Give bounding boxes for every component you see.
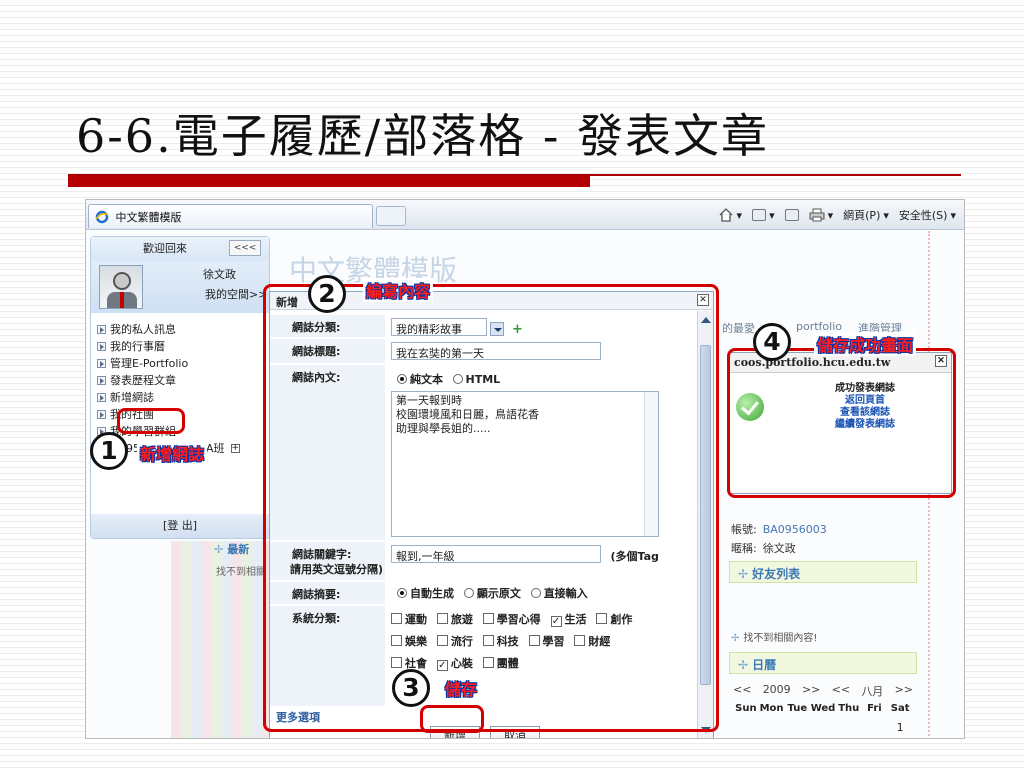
browser-toolbar: 中文繁體模版 ▾ ▾ ▾ 網頁(P) ▾ 安全性(S) ▾	[86, 200, 964, 230]
weekday-label: Mon	[759, 703, 784, 714]
sidebar-item-eportfolio[interactable]: 管理E-Portfolio	[97, 355, 269, 372]
prev-month-button[interactable]: <<	[832, 683, 850, 699]
step-label-1: 新增網誌	[137, 441, 208, 465]
my-space-link[interactable]: 我的空間>>	[205, 286, 267, 302]
calendar-weekdays: Sun Mon Tue Wed Thu Fri Sat	[733, 703, 913, 721]
friends-heading[interactable]: ✢ 好友列表	[729, 561, 917, 583]
mail-icon	[784, 209, 799, 221]
collapse-button[interactable]: <<<	[229, 240, 261, 256]
safety-menu[interactable]: 安全性(S) ▾	[899, 207, 956, 223]
step-label-2: 編寫內容	[363, 278, 434, 302]
sidebar-item-messages[interactable]: 我的私人訊息	[97, 321, 269, 338]
ie-icon	[95, 210, 109, 224]
calendar-grid: SunMonTueWedThuFriSat1234567891011121314…	[733, 703, 913, 738]
printer-icon	[809, 208, 825, 222]
step-label-4: 儲存成功畫面	[814, 332, 917, 356]
latest-heading: ✢ 最新	[214, 543, 250, 556]
calendar-day[interactable]: 1	[887, 721, 913, 738]
star-icon: ✢	[738, 567, 749, 581]
expand-icon[interactable]: +	[230, 444, 240, 453]
month-label: 八月	[861, 685, 884, 698]
feeds-icon	[752, 209, 767, 221]
print-button[interactable]: ▾	[809, 208, 833, 222]
command-bar: ▾ ▾ ▾ 網頁(P) ▾ 安全性(S) ▾	[718, 207, 956, 223]
highlight-success	[727, 348, 956, 498]
arrow-icon	[97, 342, 106, 351]
calendar-day	[810, 721, 836, 738]
arrow-icon	[97, 393, 106, 402]
weekday-label: Sun	[735, 703, 757, 714]
weekday-label: Sat	[890, 703, 910, 714]
welcome-bar: 歡迎回來 <<<	[91, 237, 269, 261]
next-year-button[interactable]: >>	[802, 683, 820, 699]
account-info: 帳號: BA0956003	[731, 523, 827, 536]
not-found-text: 找不到相關	[216, 567, 266, 578]
highlight-save	[420, 705, 484, 733]
weekday-label: Fri	[867, 703, 882, 714]
weekday-label: Wed	[810, 703, 836, 714]
calendar-day	[784, 721, 810, 738]
sidebar-item-new-blog[interactable]: 新增網誌	[97, 389, 269, 406]
new-tab-button[interactable]	[376, 206, 406, 226]
arrow-icon	[97, 359, 106, 368]
calendar-day	[733, 721, 759, 738]
step-marker-4: 4	[753, 323, 791, 361]
step-marker-3: 3	[392, 669, 430, 707]
avatar	[99, 265, 143, 309]
step-marker-1: 1	[90, 432, 128, 470]
arrow-icon	[97, 410, 106, 419]
calendar-day	[759, 721, 785, 738]
star-icon: ✢	[731, 633, 740, 644]
tab-title: 中文繁體模版	[115, 211, 182, 224]
home-button[interactable]: ▾	[718, 208, 742, 222]
highlight-new-blog	[117, 408, 185, 434]
step-label-3: 儲存	[442, 676, 481, 700]
arrow-icon	[97, 376, 106, 385]
calendar-heading[interactable]: ✢ 日曆	[729, 652, 917, 674]
weekday-label: Thu	[838, 703, 860, 714]
user-card: 徐文政 我的空間>>	[91, 261, 269, 313]
sidebar-item-calendar[interactable]: 我的行事曆	[97, 338, 269, 355]
browser-tab[interactable]: 中文繁體模版	[88, 204, 373, 228]
mail-button[interactable]	[784, 209, 799, 221]
home-icon	[719, 208, 733, 222]
calendar-nav: << 2009 >> << 八月 >>	[733, 683, 913, 699]
logout-button[interactable]: [登 出]	[91, 514, 269, 538]
next-month-button[interactable]: >>	[895, 683, 913, 699]
calendar-day	[862, 721, 888, 738]
highlight-editor	[263, 284, 719, 732]
feeds-button[interactable]: ▾	[752, 209, 775, 222]
calendar-week: 1	[733, 721, 913, 738]
nickname-info: 暱稱: 徐文政	[731, 542, 796, 555]
friends-not-found: ✢ 找不到相關內容!	[731, 633, 818, 644]
page-menu[interactable]: 網頁(P) ▾	[843, 207, 889, 223]
prev-year-button[interactable]: <<	[733, 683, 751, 699]
slide-title: 6-6.電子履歷/部落格 - 發表文章	[76, 109, 769, 163]
arrow-icon	[97, 325, 106, 334]
user-sidebar: 歡迎回來 <<< 徐文政 我的空間>> 我的私人訊息 我的行事曆 管理E-Por…	[90, 236, 270, 539]
weekday-label: Tue	[787, 703, 808, 714]
year-label: 2009	[762, 683, 791, 696]
title-rule-accent	[68, 175, 590, 187]
sidebar-item-publish[interactable]: 發表歷程文章	[97, 372, 269, 389]
step-marker-2: 2	[308, 275, 346, 313]
user-name: 徐文政	[203, 268, 236, 281]
calendar-day	[836, 721, 862, 738]
star-icon: ✢	[214, 543, 224, 556]
favorites-link[interactable]: 的最愛	[722, 320, 755, 336]
star-icon: ✢	[738, 658, 749, 672]
